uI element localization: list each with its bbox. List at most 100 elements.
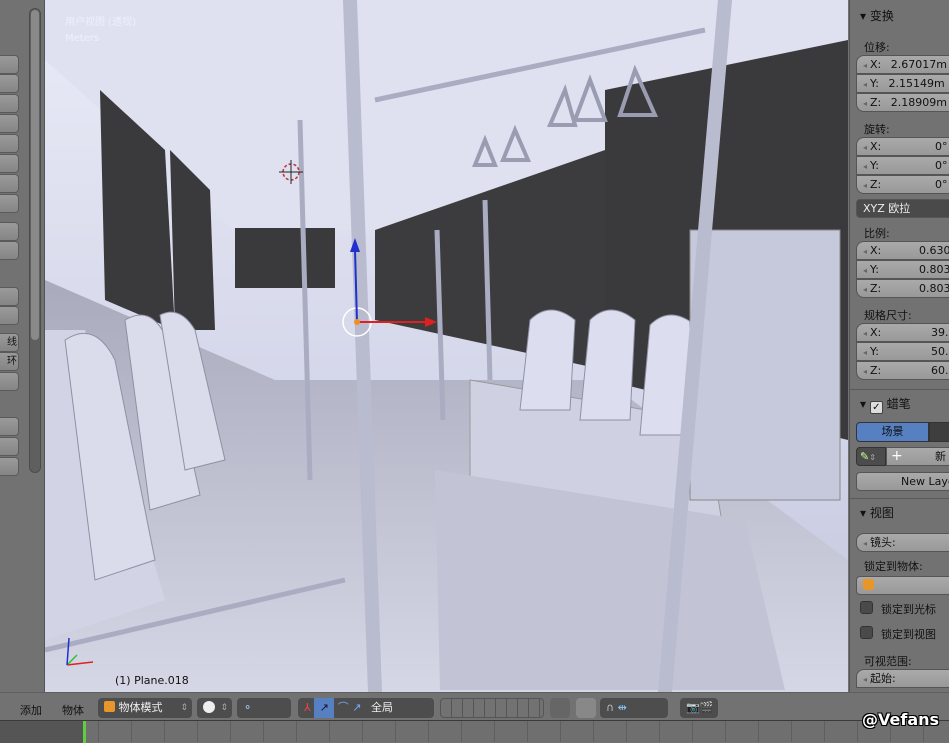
axis-label: X: bbox=[870, 140, 882, 153]
lock-view-checkbox[interactable] bbox=[860, 626, 873, 639]
tool-button[interactable] bbox=[0, 417, 19, 436]
tool-button[interactable] bbox=[0, 437, 19, 456]
location-y-field[interactable]: ◂ Y: 2.15149m bbox=[856, 74, 949, 93]
tool-button[interactable] bbox=[0, 241, 19, 260]
view-header[interactable]: ▾ 视图 bbox=[860, 504, 894, 521]
rotation-x-field[interactable]: ◂ X: 0° bbox=[856, 137, 949, 156]
value: 2.67017m bbox=[890, 58, 947, 71]
manipulator-group[interactable]: ⅄ ↗ ⌒ ↗ 全局 bbox=[298, 698, 434, 718]
tool-button[interactable] bbox=[0, 174, 19, 193]
tool-button[interactable] bbox=[0, 194, 19, 213]
tool-button[interactable] bbox=[0, 372, 19, 391]
layers-grid[interactable] bbox=[440, 698, 544, 718]
properties-panel: ▾ 变换 位移: ◂ X: 2.67017m ◂ Y: 2.15149m ◂ Z: 2… bbox=[849, 0, 949, 692]
transform-header[interactable]: ▾ 变换 bbox=[860, 7, 894, 24]
3d-viewport[interactable]: 用户视图 (透视) Meters (1) Plane.018 bbox=[45, 0, 848, 692]
value: 0° bbox=[935, 140, 948, 153]
orientation-dropdown[interactable]: 全局 bbox=[371, 701, 393, 714]
layer-lock-icon[interactable] bbox=[550, 698, 570, 718]
viewport-header: 添加 物体 物体模式 ⇕ ⇕ ⚬ ⅄ ↗ ⌒ ↗ 全局 ∩ ⇹ 📷🎬 bbox=[0, 692, 949, 720]
render-group[interactable]: 📷🎬 bbox=[680, 698, 718, 718]
tool-button[interactable] bbox=[0, 222, 19, 241]
lock-object-field[interactable] bbox=[856, 576, 949, 595]
proportional-edit-icon[interactable] bbox=[576, 698, 596, 718]
axis-label: Y: bbox=[870, 263, 879, 276]
lock-cursor-checkbox[interactable] bbox=[860, 601, 873, 614]
scale-label: 比例: bbox=[864, 227, 890, 240]
scrollbar-thumb[interactable] bbox=[31, 10, 39, 340]
tool-button[interactable] bbox=[0, 114, 19, 133]
rotation-mode-dropdown[interactable]: XYZ 欧拉 bbox=[856, 199, 949, 218]
value: 0.803 bbox=[919, 263, 949, 276]
tool-button[interactable] bbox=[0, 55, 19, 74]
magnet-icon[interactable]: ∩ bbox=[606, 701, 614, 714]
grease-pencil-header[interactable]: ▾ ✓ 蜡笔 bbox=[860, 395, 911, 414]
axis-label: Y: bbox=[870, 159, 879, 172]
tool-button[interactable] bbox=[0, 74, 19, 93]
lock-object-label: 锁定到物体: bbox=[864, 560, 923, 573]
axis-label: Z: bbox=[870, 96, 882, 109]
bus-interior-render bbox=[45, 0, 848, 692]
tool-button[interactable] bbox=[0, 94, 19, 113]
shading-dropdown[interactable]: ⇕ bbox=[197, 698, 232, 718]
value: 39.2 bbox=[931, 326, 949, 339]
current-frame-indicator[interactable] bbox=[83, 721, 86, 743]
menu-add[interactable]: 添加 bbox=[20, 702, 42, 718]
tool-button-line[interactable]: 线 bbox=[0, 333, 19, 352]
checkbox-checked-icon[interactable]: ✓ bbox=[869, 401, 883, 414]
divider bbox=[850, 498, 949, 499]
location-z-field[interactable]: ◂ Z: 2.18909m bbox=[856, 93, 949, 112]
dimensions-x-field[interactable]: ◂X:39.2 bbox=[856, 323, 949, 342]
value: 2.18909m bbox=[890, 96, 947, 109]
tab-object[interactable] bbox=[929, 422, 949, 442]
snap-element-icon[interactable]: ⇹ bbox=[618, 701, 627, 714]
tool-button[interactable] bbox=[0, 457, 19, 476]
menu-object[interactable]: 物体 bbox=[62, 702, 84, 718]
mode-dropdown[interactable]: 物体模式 ⇕ bbox=[98, 698, 192, 718]
pencil-icon[interactable]: ✎⇕ bbox=[856, 447, 886, 466]
shelf-scrollbar[interactable] bbox=[29, 8, 41, 473]
tool-shelf: 线 环 bbox=[0, 0, 45, 692]
value: 0° bbox=[935, 178, 948, 191]
view-title: 视图 bbox=[869, 506, 894, 520]
cube-icon bbox=[863, 579, 874, 590]
snap-group[interactable]: ∩ ⇹ bbox=[600, 698, 668, 718]
lens-label: 镜头: bbox=[870, 536, 896, 549]
tool-button[interactable] bbox=[0, 306, 19, 325]
rotate-icon[interactable]: ⌒ bbox=[338, 701, 349, 714]
clip-start-field[interactable]: ◂ 起始: bbox=[856, 669, 949, 688]
rotation-y-field[interactable]: ◂ Y: 0° bbox=[856, 156, 949, 175]
pivot-icon: ⚬ bbox=[243, 701, 253, 714]
axis-label: Z: bbox=[870, 282, 882, 295]
axis-label: X: bbox=[870, 244, 882, 257]
selected-object-label: (1) Plane.018 bbox=[115, 674, 189, 687]
timeline-channel-region bbox=[0, 721, 83, 743]
scale-y-field[interactable]: ◂ Y: 0.803 bbox=[856, 260, 949, 279]
clapper-icon[interactable]: 🎬 bbox=[700, 701, 714, 714]
dimensions-z-field[interactable]: ◂Z:60.4 bbox=[856, 361, 949, 380]
axis-label: X: bbox=[870, 58, 882, 71]
camera-icon[interactable]: 📷 bbox=[686, 701, 700, 714]
manipulator-toggle-icon[interactable]: ⅄ bbox=[304, 701, 311, 714]
scale-icon[interactable]: ↗ bbox=[352, 701, 361, 714]
new-layer-button[interactable]: New Layer bbox=[856, 472, 949, 491]
tool-button[interactable] bbox=[0, 287, 19, 306]
clip-label: 可视范围: bbox=[864, 655, 912, 668]
tool-button[interactable] bbox=[0, 134, 19, 153]
rotation-z-field[interactable]: ◂ Z: 0° bbox=[856, 175, 949, 194]
new-gpencil-button[interactable]: + 新 bbox=[886, 447, 949, 466]
tab-scene[interactable]: 场景 bbox=[856, 422, 929, 442]
location-label: 位移: bbox=[864, 41, 890, 54]
dimensions-y-field[interactable]: ◂Y:50.5 bbox=[856, 342, 949, 361]
scale-z-field[interactable]: ◂ Z: 0.803 bbox=[856, 279, 949, 298]
timeline[interactable] bbox=[0, 720, 949, 743]
tool-button-loop[interactable]: 环 bbox=[0, 352, 19, 371]
scale-x-field[interactable]: ◂ X: 0.630 bbox=[856, 241, 949, 260]
lens-field[interactable]: ◂ 镜头: bbox=[856, 533, 949, 552]
tool-button[interactable] bbox=[0, 154, 19, 173]
lock-view-label: 锁定到视图 bbox=[881, 628, 936, 641]
pivot-dropdown[interactable]: ⚬ bbox=[237, 698, 291, 718]
lock-cursor-label: 锁定到光标 bbox=[881, 603, 936, 616]
location-x-field[interactable]: ◂ X: 2.67017m bbox=[856, 55, 949, 74]
translate-icon[interactable]: ↗ bbox=[314, 698, 335, 718]
